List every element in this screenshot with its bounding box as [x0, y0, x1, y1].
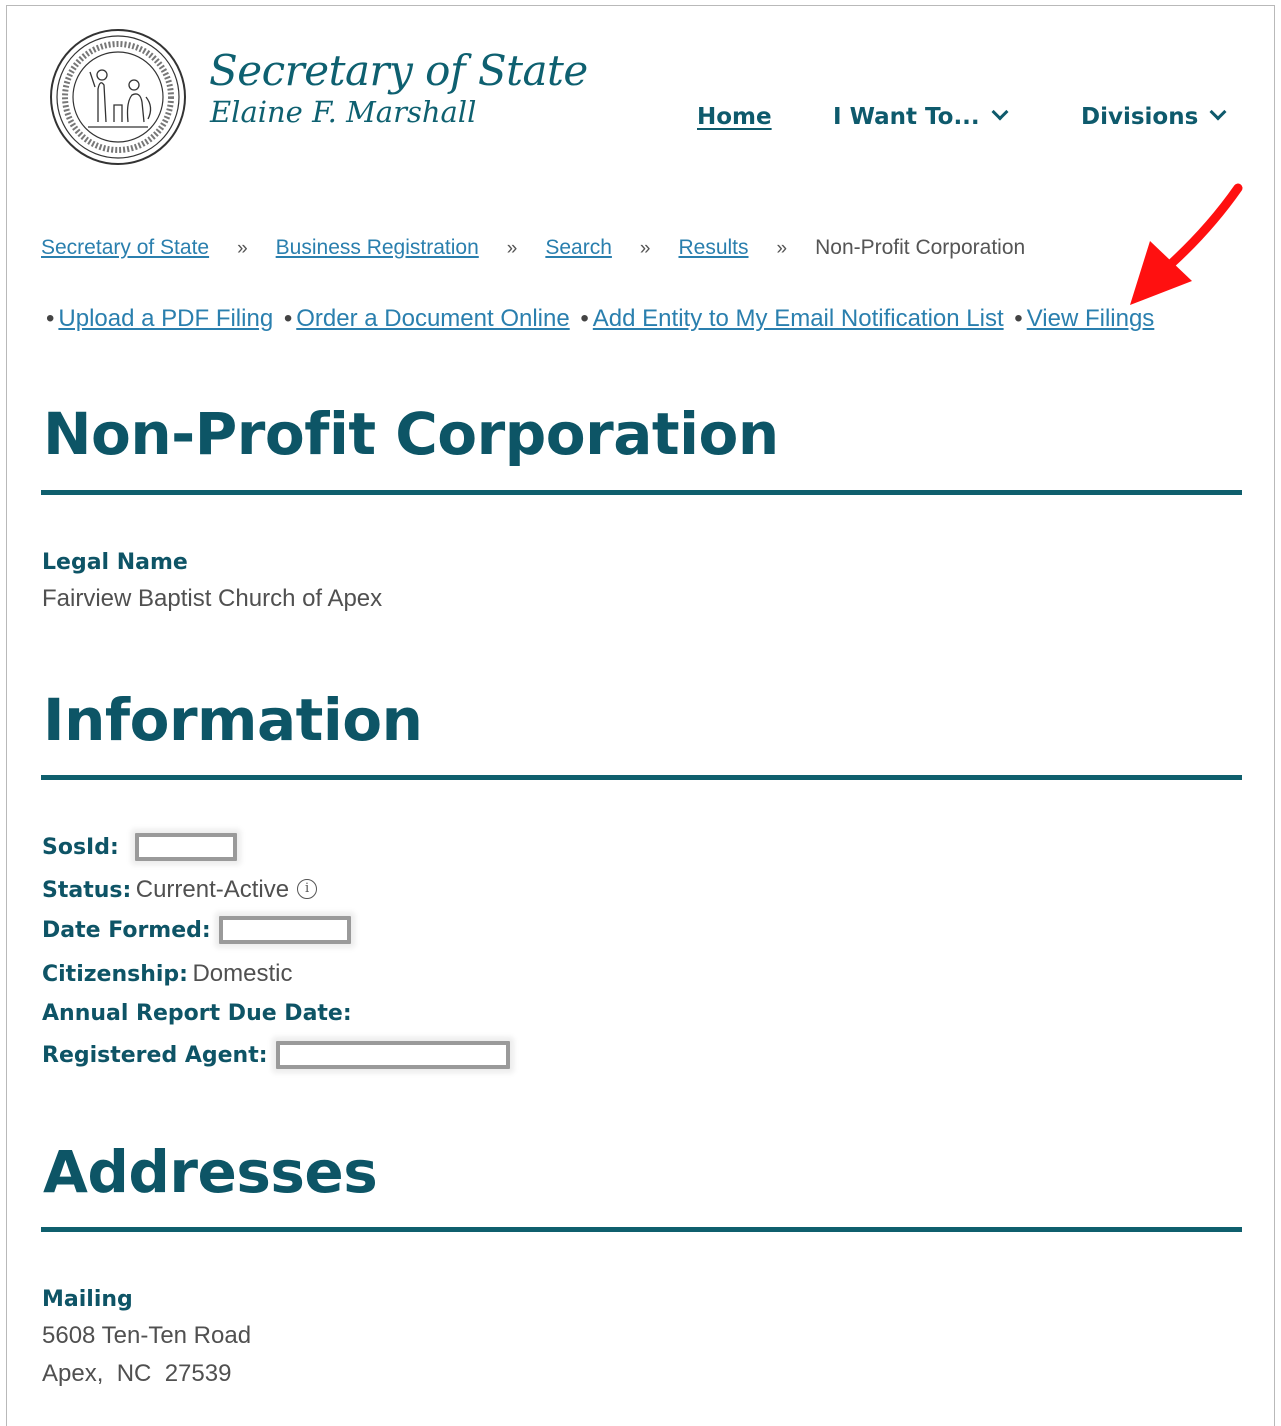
legal-name-block: Legal Name Fairview Baptist Church of Ap…	[42, 550, 382, 613]
breadcrumb: Secretary of State » Business Registration…	[41, 236, 1025, 260]
brand-subtitle: Elaine F. Marshall	[210, 95, 477, 129]
sosid-row: SosId:	[42, 832, 238, 865]
nav-divisions-menu[interactable]: Divisions	[1081, 103, 1227, 130]
date-formed-row: Date Formed:	[42, 915, 352, 948]
divider	[41, 490, 1242, 495]
red-annotation-arrow-icon	[1130, 183, 1243, 305]
breadcrumb-search[interactable]: Search	[545, 236, 612, 259]
breadcrumb-separator: »	[506, 238, 518, 259]
nav-home-link[interactable]: Home	[697, 104, 772, 130]
breadcrumb-separator: »	[237, 238, 248, 259]
divider	[41, 1227, 1242, 1232]
annual-report-row: Annual Report Due Date:	[42, 1001, 352, 1031]
registered-agent-row: Registered Agent:	[42, 1040, 510, 1073]
status-label: Status:	[42, 878, 132, 903]
breadcrumb-secretary-of-state[interactable]: Secretary of State	[41, 236, 209, 259]
nav-divisions-label: Divisions	[1081, 104, 1199, 130]
breadcrumb-separator: »	[776, 238, 788, 259]
mailing-address-line2: Apex, NC 27539	[42, 1360, 232, 1387]
bullet: •	[283, 305, 293, 332]
information-heading: Information	[43, 686, 423, 754]
citizenship-row: Citizenship: Domestic	[42, 960, 292, 990]
bullet: •	[580, 305, 589, 332]
order-document-online-link[interactable]: Order a Document Online	[296, 305, 569, 332]
redacted-value	[135, 832, 238, 861]
breadcrumb-separator: »	[639, 238, 651, 259]
addresses-heading: Addresses	[43, 1138, 378, 1206]
citizenship-value: Domestic	[192, 960, 293, 987]
mailing-address-block: Mailing 5608 Ten-Ten Road Apex, NC 27539	[42, 1287, 251, 1388]
upload-pdf-filing-link[interactable]: Upload a PDF Filing	[58, 305, 273, 332]
breadcrumb-results[interactable]: Results	[678, 236, 748, 259]
sosid-label: SosId:	[42, 835, 119, 860]
state-seal-logo[interactable]	[48, 27, 188, 167]
bullet: •	[46, 305, 55, 332]
breadcrumb-current: Non-Profit Corporation	[815, 236, 1026, 259]
chevron-down-icon	[1209, 103, 1227, 121]
status-row: Status: Current-Active i	[42, 876, 318, 906]
brand-title[interactable]: Secretary of State	[209, 46, 588, 95]
nav-i-want-to-menu[interactable]: I Want To...	[833, 103, 1009, 130]
redacted-value[interactable]	[276, 1040, 510, 1069]
bullet: •	[1014, 305, 1023, 332]
breadcrumb-business-registration[interactable]: Business Registration	[276, 236, 479, 259]
date-formed-label: Date Formed:	[42, 918, 211, 943]
mailing-label: Mailing	[42, 1287, 133, 1312]
citizenship-label: Citizenship:	[42, 962, 188, 987]
legal-name-value: Fairview Baptist Church of Apex	[42, 585, 383, 612]
legal-name-label: Legal Name	[42, 550, 188, 575]
annual-report-label: Annual Report Due Date:	[42, 1001, 352, 1026]
page-title: Non-Profit Corporation	[43, 400, 779, 468]
redacted-value	[219, 915, 352, 944]
divider	[41, 775, 1242, 780]
mailing-address-line1: 5608 Ten-Ten Road	[42, 1322, 252, 1349]
chevron-down-icon	[991, 103, 1009, 121]
status-value: Current-Active	[135, 876, 290, 903]
info-circle-icon[interactable]: i	[297, 878, 318, 899]
nav-i-want-to-label: I Want To...	[833, 104, 980, 130]
registered-agent-label: Registered Agent:	[42, 1043, 268, 1068]
entity-actions: • Upload a PDF Filing • Order a Document O…	[42, 305, 1154, 333]
add-entity-email-notification-link[interactable]: Add Entity to My Email Notification List	[593, 305, 1004, 332]
